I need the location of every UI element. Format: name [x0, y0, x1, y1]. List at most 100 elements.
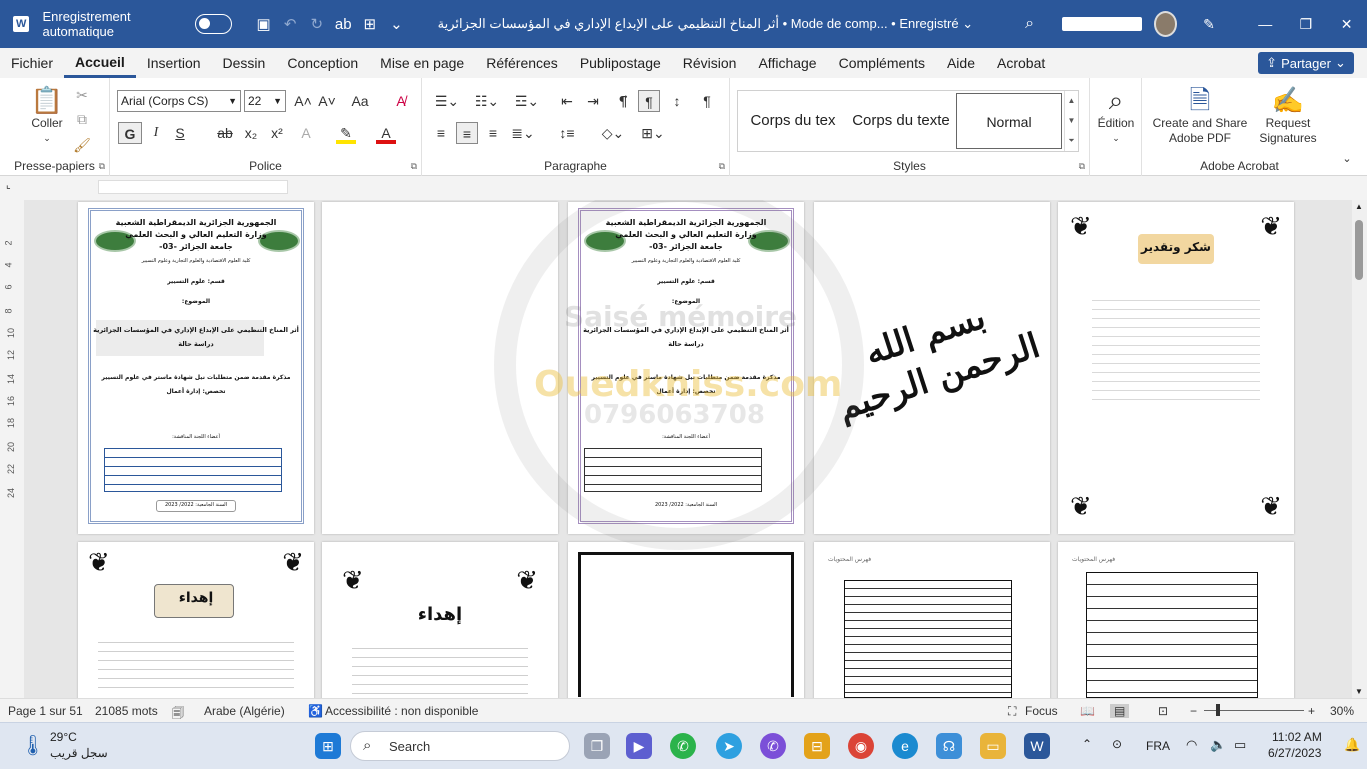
whatsapp-icon[interactable]: ✆ [670, 733, 696, 759]
page-dedication-2[interactable]: ❦ ❦ إهداء [322, 542, 558, 698]
taskbar-search[interactable]: ⌕ Search [350, 731, 570, 761]
page-toc-2[interactable]: فهرس المحتويات [1058, 542, 1294, 698]
minimize-icon[interactable]: — [1245, 16, 1286, 32]
network-app-icon[interactable]: ☊ [936, 733, 962, 759]
rtl-icon[interactable]: ¶ [638, 90, 660, 112]
page-frame[interactable] [568, 542, 804, 698]
show-marks-icon[interactable]: ¶ [696, 90, 718, 112]
search-icon[interactable]: ⌕ [1025, 15, 1034, 33]
format-painter-icon[interactable]: 🖌 [72, 134, 92, 156]
avatar[interactable] [1153, 11, 1178, 37]
highlight-icon[interactable]: ✎ [336, 122, 356, 144]
line-spacing-icon[interactable]: ↕≡ [552, 122, 582, 144]
text-effects-icon[interactable]: A [296, 122, 316, 144]
numbering-icon[interactable]: ☷⌄ [472, 90, 502, 112]
input-language[interactable]: FRA [1146, 739, 1170, 753]
viber-icon[interactable]: ✆ [760, 733, 786, 759]
document-canvas[interactable]: الجمهورية الجزائرية الديمقراطية الشعبية … [24, 200, 1352, 698]
style-corps-du-texte[interactable]: Corps du texte [848, 91, 954, 151]
teams-icon[interactable]: ▶ [626, 733, 652, 759]
bold-button[interactable]: G [118, 122, 142, 144]
zoom-in-icon[interactable]: + [1308, 704, 1315, 718]
request-signatures-button[interactable]: ✍ Request Signatures [1250, 84, 1326, 146]
menu-references[interactable]: Références [475, 48, 569, 78]
menu-acrobat[interactable]: Acrobat [986, 48, 1056, 78]
autosave-toggle[interactable] [194, 14, 233, 34]
tray-app-icon[interactable]: ⊙ [1112, 737, 1122, 751]
decrease-indent-icon[interactable]: ⇤ [556, 90, 578, 112]
clock-date[interactable]: 6/27/2023 [1268, 746, 1321, 760]
align-center-icon[interactable]: ≡ [456, 122, 478, 144]
launcher-icon[interactable]: ⧉ [719, 161, 725, 172]
page-dedication-1[interactable]: ❦ ❦ إهداء [78, 542, 314, 698]
menu-publipostage[interactable]: Publipostage [569, 48, 672, 78]
maximize-icon[interactable]: ❐ [1286, 16, 1327, 33]
menu-complements[interactable]: Compléments [828, 48, 936, 78]
tab-selector-icon[interactable]: ⌞ [6, 180, 11, 191]
superscript-button[interactable]: x² [266, 122, 288, 144]
menu-aide[interactable]: Aide [936, 48, 986, 78]
font-name-input[interactable]: Arial (Corps CS) ▼ [117, 90, 241, 112]
menu-conception[interactable]: Conception [276, 48, 369, 78]
paste-button[interactable]: 📋 Coller ⌄ [26, 84, 68, 146]
windows-start-icon[interactable]: ⊞ [315, 733, 341, 759]
notification-icon[interactable]: 🔔 [1344, 737, 1360, 753]
word-app-icon[interactable]: W [0, 0, 42, 48]
grow-font-icon[interactable]: A˄ [292, 90, 314, 112]
volume-icon[interactable]: 🔈 [1210, 737, 1226, 753]
web-layout-icon[interactable]: ⊡ [1158, 704, 1168, 718]
redo-icon[interactable]: ↻ [303, 15, 330, 33]
change-case-button[interactable]: Aa [342, 90, 378, 112]
shading-icon[interactable]: ◇⌄ [598, 122, 628, 144]
scroll-thumb[interactable] [1355, 220, 1363, 280]
weather-desc[interactable]: سجل قريب [50, 746, 108, 760]
shrink-font-icon[interactable]: A˅ [316, 90, 338, 112]
italic-button[interactable]: I [146, 122, 166, 144]
clear-format-icon[interactable]: A̸ [390, 90, 412, 112]
page-thanks[interactable]: ❦ ❦ ❦ ❦ شكر وتقدير [1058, 202, 1294, 534]
save-icon[interactable]: ▣ [250, 15, 277, 33]
subscript-button[interactable]: x₂ [240, 122, 262, 144]
scroll-down-icon[interactable]: ▼ [1355, 687, 1363, 696]
menu-mise-en-page[interactable]: Mise en page [369, 48, 475, 78]
launcher-icon[interactable]: ⧉ [411, 161, 417, 172]
underline-button[interactable]: S [170, 122, 190, 144]
copy-icon[interactable]: ⧉ [72, 108, 92, 130]
document-title[interactable]: أثر المناخ التنظيمي على الإبداع الإداري … [438, 16, 973, 32]
word-icon[interactable]: W [1024, 733, 1050, 759]
vertical-scrollbar[interactable]: ▲ ▼ [1352, 200, 1367, 698]
accessibility-status[interactable]: Accessibilité : non disponible [325, 704, 478, 718]
page-count[interactable]: Page 1 sur 51 [8, 704, 83, 718]
battery-icon[interactable]: ▭ [1234, 737, 1246, 753]
page-toc-1[interactable]: فهرس المحتويات [814, 542, 1050, 698]
justify-icon[interactable]: ≣⌄ [508, 122, 538, 144]
sort-icon[interactable]: ↕ [666, 90, 688, 112]
font-size-input[interactable]: 22 ▼ [244, 90, 286, 112]
word-count[interactable]: 21085 mots [95, 704, 158, 718]
strikethrough-button[interactable]: ab [214, 122, 236, 144]
page-cover[interactable]: الجمهورية الجزائرية الديمقراطية الشعبية … [78, 202, 314, 534]
cut-icon[interactable]: ✂ [72, 84, 92, 106]
menu-dessin[interactable]: Dessin [212, 48, 277, 78]
format-icon[interactable]: ⊞ [357, 15, 384, 33]
focus-button[interactable]: Focus [1025, 704, 1058, 718]
spelling-icon[interactable]: ab [330, 16, 357, 33]
create-share-pdf-button[interactable]: 🗎 Create and Share Adobe PDF [1150, 84, 1250, 146]
borders-icon[interactable]: ⊞⌄ [638, 122, 668, 144]
user-name[interactable] [1062, 17, 1142, 31]
increase-indent-icon[interactable]: ⇥ [582, 90, 604, 112]
menu-affichage[interactable]: Affichage [747, 48, 827, 78]
store-icon[interactable]: ⊟ [804, 733, 830, 759]
menu-insertion[interactable]: Insertion [136, 48, 212, 78]
style-normal[interactable]: Normal [956, 93, 1062, 149]
align-left-icon[interactable]: ≡ [430, 122, 452, 144]
styles-scroll[interactable]: ▲ ▼ ⏷ [1064, 91, 1078, 151]
close-icon[interactable]: ✕ [1326, 16, 1367, 33]
zoom-out-icon[interactable]: − [1190, 704, 1197, 718]
clock-time[interactable]: 11:02 AM [1272, 730, 1322, 744]
ltr-icon[interactable]: ¶⃗ [612, 90, 634, 112]
chrome-icon[interactable]: ◉ [848, 733, 874, 759]
multilevel-list-icon[interactable]: ☲⌄ [512, 90, 542, 112]
align-right-icon[interactable]: ≡ [482, 122, 504, 144]
menu-revision[interactable]: Révision [672, 48, 748, 78]
